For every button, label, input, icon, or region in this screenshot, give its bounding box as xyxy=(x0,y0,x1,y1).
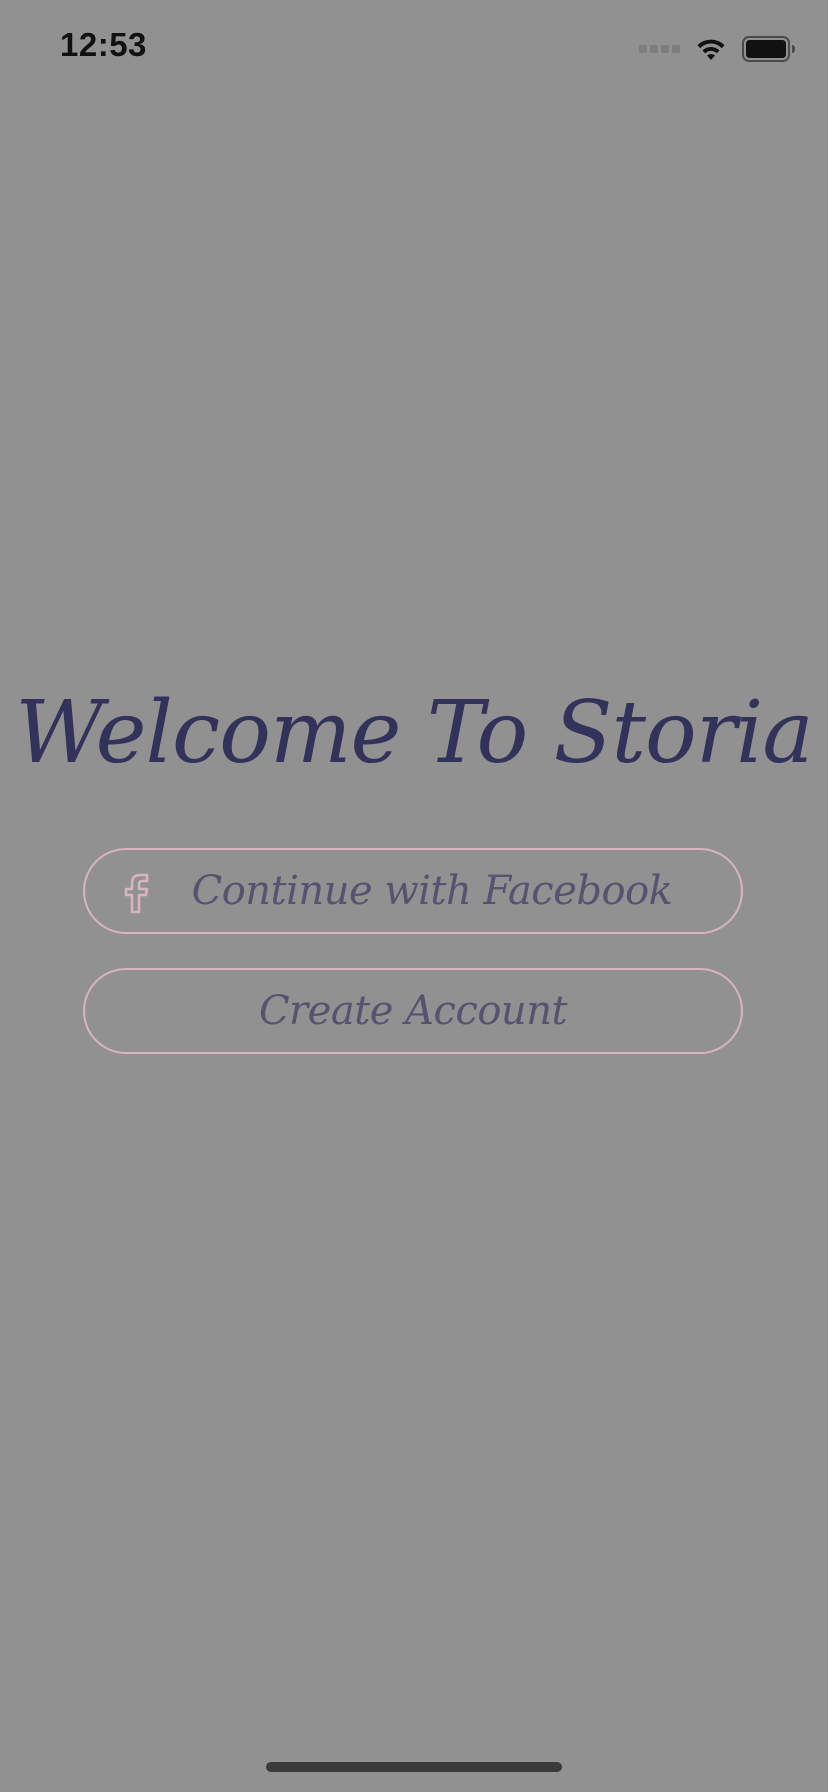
status-indicators xyxy=(639,34,796,64)
battery-icon xyxy=(742,36,796,62)
home-indicator[interactable] xyxy=(266,1762,562,1772)
signal-icon xyxy=(639,45,680,53)
facebook-button-label: Continue with Facebook xyxy=(191,868,673,914)
facebook-icon xyxy=(123,872,151,914)
status-bar: 12:53 xyxy=(0,0,828,100)
create-account-label: Create Account xyxy=(258,988,568,1034)
wifi-icon xyxy=(694,36,728,62)
create-account-button[interactable]: Create Account xyxy=(83,968,743,1054)
status-time: 12:53 xyxy=(60,26,147,63)
continue-with-facebook-button[interactable]: Continue with Facebook xyxy=(83,848,743,934)
welcome-title: Welcome To Storia xyxy=(15,683,813,783)
